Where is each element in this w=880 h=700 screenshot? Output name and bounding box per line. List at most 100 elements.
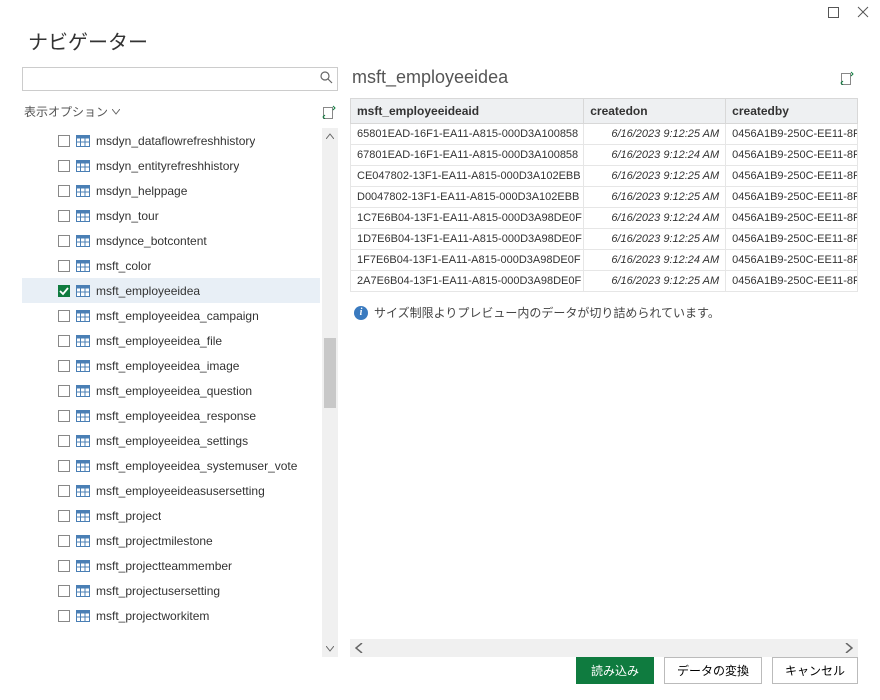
tree-item[interactable]: msft_employeeidea_image (22, 353, 320, 378)
tree-item-label: msft_projectmilestone (96, 534, 213, 548)
tree-item[interactable]: msft_projectusersetting (22, 578, 320, 603)
cell-createdon: 6/16/2023 9:12:24 AM (584, 250, 726, 271)
cell-createdby: 0456A1B9-250C-EE11-8F6 (726, 145, 858, 166)
load-button[interactable]: 読み込み (576, 657, 654, 684)
table-icon (76, 485, 90, 497)
scroll-left-icon[interactable] (350, 639, 368, 657)
checkbox[interactable] (58, 410, 70, 422)
search-icon[interactable] (320, 71, 333, 87)
tree-item-label: msft_projectworkitem (96, 609, 209, 623)
tree-item[interactable]: msdyn_tour (22, 203, 320, 228)
maximize-button[interactable] (826, 5, 840, 19)
column-header[interactable]: createdby (726, 99, 858, 124)
tree-item[interactable]: msdynce_botcontent (22, 228, 320, 253)
vertical-scrollbar[interactable] (322, 128, 338, 657)
tree-item[interactable]: msft_projectmilestone (22, 528, 320, 553)
horizontal-scrollbar[interactable] (350, 639, 858, 657)
checkbox[interactable] (58, 460, 70, 472)
checkbox[interactable] (58, 260, 70, 272)
table-icon (76, 135, 90, 147)
checkbox[interactable] (58, 435, 70, 447)
checkbox[interactable] (58, 485, 70, 497)
navigator-left-pane: 表示オプション msdyn_dataflowrefreshhistorymsdy… (22, 67, 338, 657)
refresh-icon[interactable] (322, 105, 336, 119)
table-icon (76, 585, 90, 597)
tree-item[interactable]: msft_employeeidea_response (22, 403, 320, 428)
table-icon (76, 460, 90, 472)
checkbox[interactable] (58, 185, 70, 197)
scroll-thumb[interactable] (324, 338, 336, 408)
checkbox[interactable] (58, 360, 70, 372)
cell-createdby: 0456A1B9-250C-EE11-8F6 (726, 250, 858, 271)
table-icon (76, 510, 90, 522)
checkbox[interactable] (58, 510, 70, 522)
checkbox[interactable] (58, 135, 70, 147)
checkbox[interactable] (58, 385, 70, 397)
tree-item-label: msdyn_entityrefreshhistory (96, 159, 239, 173)
tree-item[interactable]: msft_employeeideasusersetting (22, 478, 320, 503)
cell-createdon: 6/16/2023 9:12:25 AM (584, 124, 726, 145)
tree-item-label: msft_projectusersetting (96, 584, 220, 598)
tree-item[interactable]: msdyn_helppage (22, 178, 320, 203)
table-row[interactable]: 1F7E6B04-13F1-EA11-A815-000D3A98DE0F6/16… (351, 250, 858, 271)
column-header[interactable]: msft_employeeideaid (351, 99, 584, 124)
table-row[interactable]: 1D7E6B04-13F1-EA11-A815-000D3A98DE0F6/16… (351, 229, 858, 250)
search-box[interactable] (22, 67, 338, 91)
cell-id: 2A7E6B04-13F1-EA11-A815-000D3A98DE0F (351, 271, 584, 292)
info-text: サイズ制限よりプレビュー内のデータが切り詰められています。 (374, 304, 720, 321)
table-row[interactable]: 1C7E6B04-13F1-EA11-A815-000D3A98DE0F6/16… (351, 208, 858, 229)
cancel-button[interactable]: キャンセル (772, 657, 858, 684)
checkbox[interactable] (58, 335, 70, 347)
tree-item[interactable]: msft_color (22, 253, 320, 278)
checkbox[interactable] (58, 285, 70, 297)
cell-createdon: 6/16/2023 9:12:24 AM (584, 208, 726, 229)
tree-item[interactable]: msft_employeeidea_settings (22, 428, 320, 453)
tree-item[interactable]: msft_employeeidea (22, 278, 320, 303)
tree-item[interactable]: msdyn_entityrefreshhistory (22, 153, 320, 178)
table-row[interactable]: 2A7E6B04-13F1-EA11-A815-000D3A98DE0F6/16… (351, 271, 858, 292)
table-icon (76, 385, 90, 397)
scroll-down-icon[interactable] (322, 641, 338, 657)
table-row[interactable]: D0047802-13F1-EA11-A815-000D3A102EBB6/16… (351, 187, 858, 208)
tree-item[interactable]: msdyn_dataflowrefreshhistory (22, 128, 320, 153)
tree-item-label: msft_employeeidea (96, 284, 200, 298)
tree-item-label: msft_projectteammember (96, 559, 232, 573)
display-options-dropdown[interactable]: 表示オプション (24, 103, 120, 120)
chevron-down-icon (112, 109, 120, 115)
scroll-up-icon[interactable] (322, 128, 338, 144)
search-input[interactable] (27, 70, 320, 88)
cell-createdon: 6/16/2023 9:12:25 AM (584, 187, 726, 208)
scroll-right-icon[interactable] (840, 639, 858, 657)
tree-item[interactable]: msft_employeeidea_question (22, 378, 320, 403)
cell-id: CE047802-13F1-EA11-A815-000D3A102EBB (351, 166, 584, 187)
checkbox[interactable] (58, 585, 70, 597)
transform-data-button[interactable]: データの変換 (664, 657, 762, 684)
checkbox[interactable] (58, 535, 70, 547)
table-row[interactable]: CE047802-13F1-EA11-A815-000D3A102EBB6/16… (351, 166, 858, 187)
tree-item[interactable]: msft_employeeidea_systemuser_vote (22, 453, 320, 478)
close-button[interactable] (856, 5, 870, 19)
table-icon (76, 360, 90, 372)
table-icon (76, 410, 90, 422)
cell-createdby: 0456A1B9-250C-EE11-8F6 (726, 124, 858, 145)
cell-id: 67801EAD-16F1-EA11-A815-000D3A100858 (351, 145, 584, 166)
tree-item-label: msft_employeeidea_response (96, 409, 256, 423)
checkbox[interactable] (58, 160, 70, 172)
table-row[interactable]: 67801EAD-16F1-EA11-A815-000D3A1008586/16… (351, 145, 858, 166)
checkbox[interactable] (58, 235, 70, 247)
table-row[interactable]: 65801EAD-16F1-EA11-A815-000D3A1008586/16… (351, 124, 858, 145)
preview-refresh-icon[interactable] (840, 71, 854, 85)
checkbox[interactable] (58, 560, 70, 572)
tree-item[interactable]: msft_employeeidea_campaign (22, 303, 320, 328)
checkbox[interactable] (58, 310, 70, 322)
tree-item[interactable]: msft_employeeidea_file (22, 328, 320, 353)
column-header[interactable]: createdon (584, 99, 726, 124)
tree-item[interactable]: msft_project (22, 503, 320, 528)
tree-item-label: msft_employeeidea_settings (96, 434, 248, 448)
tree-item[interactable]: msft_projectworkitem (22, 603, 320, 628)
checkbox[interactable] (58, 210, 70, 222)
tree-item[interactable]: msft_projectteammember (22, 553, 320, 578)
checkbox[interactable] (58, 610, 70, 622)
table-tree: msdyn_dataflowrefreshhistory msdyn_entity… (22, 128, 322, 657)
table-icon (76, 160, 90, 172)
